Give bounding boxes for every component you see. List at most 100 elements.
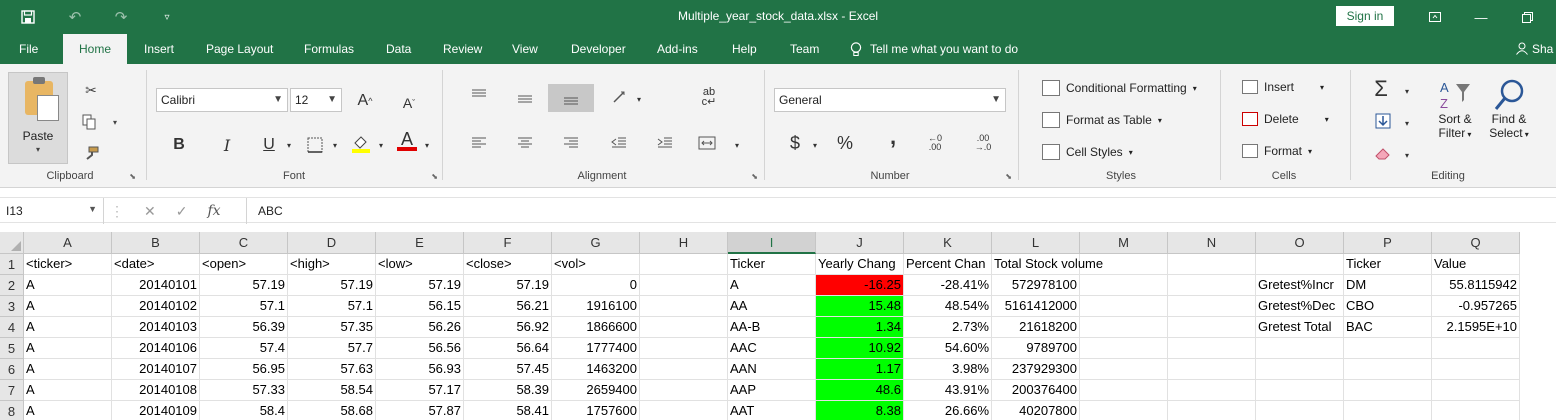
- cell-n8[interactable]: [1168, 401, 1256, 420]
- tell-me-search[interactable]: Tell me what you want to do: [850, 42, 1018, 60]
- cell-b5[interactable]: 20140106: [112, 338, 200, 359]
- cell-l4[interactable]: 21618200: [992, 317, 1080, 338]
- format-cells-button[interactable]: Format ▾: [1242, 144, 1312, 158]
- font-color-icon[interactable]: A: [396, 130, 418, 152]
- cell-h5[interactable]: [640, 338, 728, 359]
- column-header-f[interactable]: F: [464, 232, 552, 254]
- cell-k3[interactable]: 48.54%: [904, 296, 992, 317]
- ribbon-display-options-icon[interactable]: [1424, 7, 1446, 27]
- enter-icon[interactable]: ✓: [176, 203, 188, 220]
- cell-d6[interactable]: 57.63: [288, 359, 376, 380]
- tab-developer[interactable]: Developer: [571, 42, 626, 56]
- cell-a4[interactable]: A: [24, 317, 112, 338]
- cell-n4[interactable]: [1168, 317, 1256, 338]
- cell-i3[interactable]: AA: [728, 296, 816, 317]
- tab-file[interactable]: File: [19, 42, 38, 56]
- cell-h1[interactable]: [640, 254, 728, 275]
- column-header-l[interactable]: L: [992, 232, 1080, 254]
- cell-j1[interactable]: Yearly Chang: [816, 254, 904, 275]
- sign-in-button[interactable]: Sign in: [1336, 6, 1394, 26]
- cell-i7[interactable]: AAP: [728, 380, 816, 401]
- cell-o4[interactable]: Gretest Total: [1256, 317, 1344, 338]
- cell-n2[interactable]: [1168, 275, 1256, 296]
- cell-k8[interactable]: 26.66%: [904, 401, 992, 420]
- decrease-indent-icon[interactable]: [608, 132, 630, 154]
- cell-m3[interactable]: [1080, 296, 1168, 317]
- cell-h2[interactable]: [640, 275, 728, 296]
- cell-h7[interactable]: [640, 380, 728, 401]
- autosum-dropdown-icon[interactable]: ▾: [1396, 80, 1418, 102]
- cell-f1[interactable]: <close>: [464, 254, 552, 275]
- select-all-corner[interactable]: [0, 232, 24, 254]
- cell-q6[interactable]: [1432, 359, 1520, 380]
- cell-m2[interactable]: [1080, 275, 1168, 296]
- font-launcher-icon[interactable]: ⬊: [431, 172, 438, 181]
- cell-k4[interactable]: 2.73%: [904, 317, 992, 338]
- merge-center-icon[interactable]: [696, 132, 718, 154]
- column-header-m[interactable]: M: [1080, 232, 1168, 254]
- cell-a7[interactable]: A: [24, 380, 112, 401]
- cell-h6[interactable]: [640, 359, 728, 380]
- font-name-select[interactable]: Calibri ▼: [156, 88, 288, 112]
- cell-h3[interactable]: [640, 296, 728, 317]
- tab-review[interactable]: Review: [443, 42, 482, 56]
- column-header-a[interactable]: A: [24, 232, 112, 254]
- cell-e8[interactable]: 57.87: [376, 401, 464, 420]
- align-center-icon[interactable]: [514, 132, 536, 154]
- cell-j5[interactable]: 10.92: [816, 338, 904, 359]
- cell-n7[interactable]: [1168, 380, 1256, 401]
- minimize-icon[interactable]: —: [1470, 7, 1492, 27]
- row-header-4[interactable]: 4: [0, 317, 24, 338]
- font-color-dropdown-icon[interactable]: ▾: [416, 134, 438, 156]
- column-header-c[interactable]: C: [200, 232, 288, 254]
- cell-l7[interactable]: 200376400: [992, 380, 1080, 401]
- column-header-d[interactable]: D: [288, 232, 376, 254]
- cut-icon[interactable]: ✂: [80, 80, 102, 100]
- cell-b7[interactable]: 20140108: [112, 380, 200, 401]
- cell-o3[interactable]: Gretest%Dec: [1256, 296, 1344, 317]
- fill-dropdown-icon[interactable]: ▾: [1396, 112, 1418, 134]
- cell-p3[interactable]: CBO: [1344, 296, 1432, 317]
- increase-decimal-icon[interactable]: ←0.00: [924, 132, 946, 154]
- cell-q4[interactable]: 2.1595E+10: [1432, 317, 1520, 338]
- cell-p1[interactable]: Ticker: [1344, 254, 1432, 275]
- cell-b6[interactable]: 20140107: [112, 359, 200, 380]
- formula-input[interactable]: ABC: [246, 198, 283, 224]
- cell-g3[interactable]: 1916100: [552, 296, 640, 317]
- cell-l3[interactable]: 5161412000: [992, 296, 1080, 317]
- row-header-5[interactable]: 5: [0, 338, 24, 359]
- cell-c6[interactable]: 56.95: [200, 359, 288, 380]
- name-box[interactable]: I13 ▼: [0, 198, 104, 224]
- user-account[interactable]: Sha: [1516, 42, 1553, 58]
- cell-f5[interactable]: 56.64: [464, 338, 552, 359]
- cell-l8[interactable]: 40207800: [992, 401, 1080, 420]
- italic-button[interactable]: I: [216, 134, 238, 156]
- currency-button[interactable]: $: [784, 132, 806, 154]
- cell-j8[interactable]: 8.38: [816, 401, 904, 420]
- cell-g1[interactable]: <vol>: [552, 254, 640, 275]
- tab-insert[interactable]: Insert: [144, 42, 174, 56]
- cell-m1[interactable]: [1080, 254, 1168, 275]
- cell-b8[interactable]: 20140109: [112, 401, 200, 420]
- cell-g2[interactable]: 0: [552, 275, 640, 296]
- cell-a1[interactable]: <ticker>: [24, 254, 112, 275]
- cell-a6[interactable]: A: [24, 359, 112, 380]
- tab-view[interactable]: View: [512, 42, 538, 56]
- cell-f2[interactable]: 57.19: [464, 275, 552, 296]
- cell-d1[interactable]: <high>: [288, 254, 376, 275]
- tab-help[interactable]: Help: [732, 42, 757, 56]
- cell-g7[interactable]: 2659400: [552, 380, 640, 401]
- top-align-icon[interactable]: [468, 84, 490, 106]
- font-size-select[interactable]: 12 ▼: [290, 88, 342, 112]
- cell-e7[interactable]: 57.17: [376, 380, 464, 401]
- insert-cells-button[interactable]: Insert ▾: [1242, 80, 1324, 94]
- column-header-j[interactable]: J: [816, 232, 904, 254]
- cell-b2[interactable]: 20140101: [112, 275, 200, 296]
- cell-i4[interactable]: AA-B: [728, 317, 816, 338]
- cell-a5[interactable]: A: [24, 338, 112, 359]
- cell-c4[interactable]: 56.39: [200, 317, 288, 338]
- cell-l6[interactable]: 237929300: [992, 359, 1080, 380]
- cell-c1[interactable]: <open>: [200, 254, 288, 275]
- cell-a8[interactable]: A: [24, 401, 112, 420]
- fill-color-icon[interactable]: [350, 132, 372, 154]
